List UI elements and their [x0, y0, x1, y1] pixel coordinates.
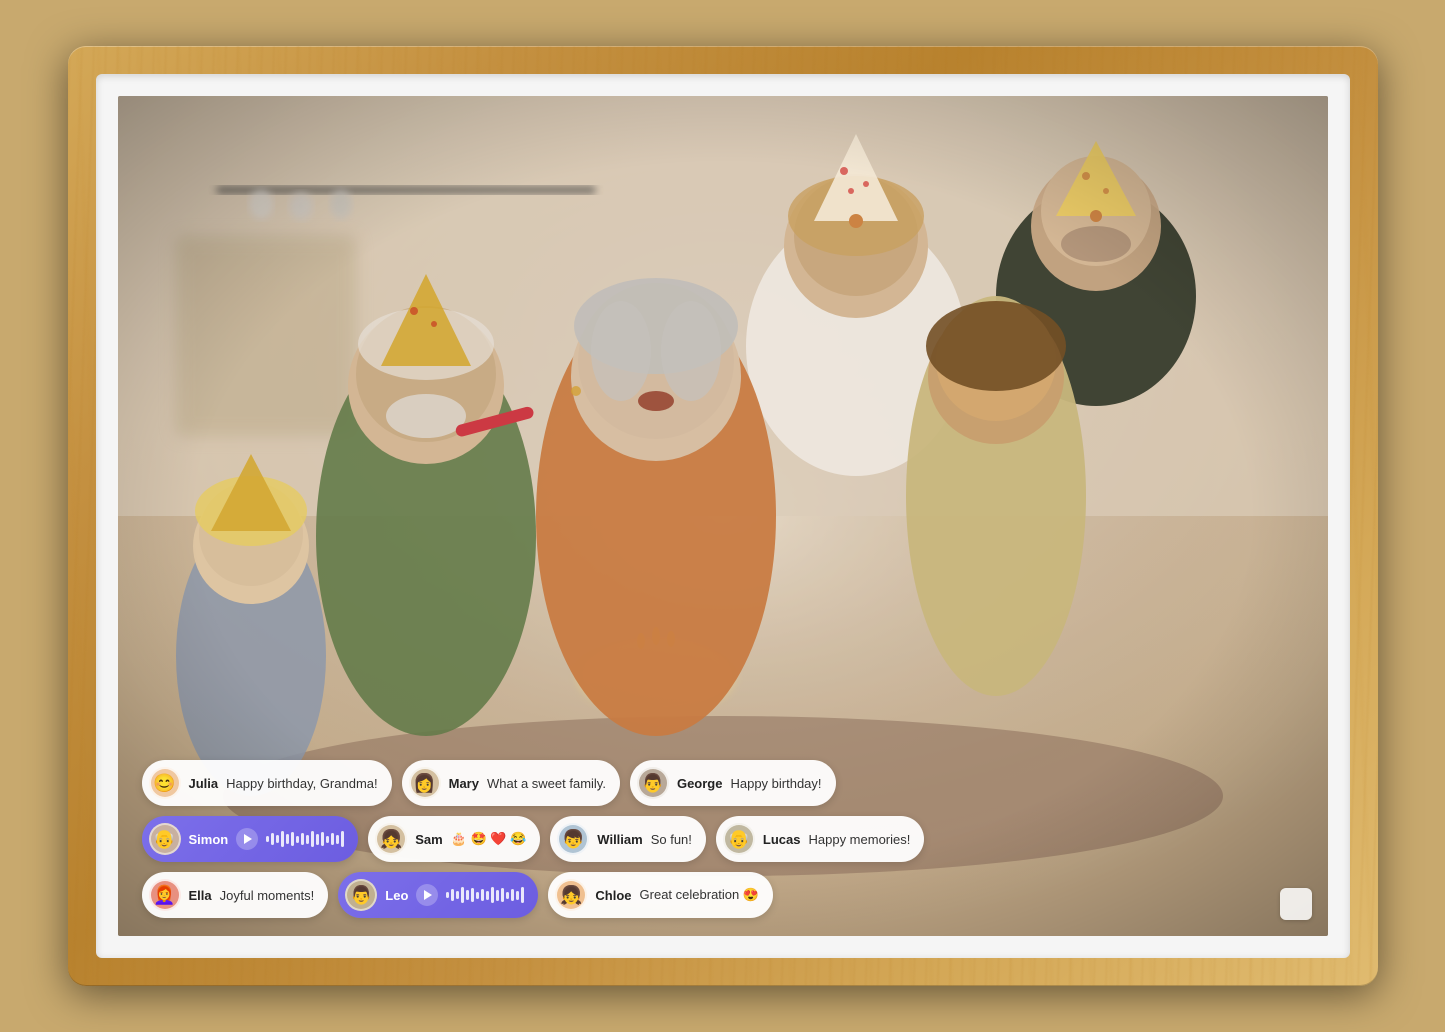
- avatar-sam: 👧: [375, 823, 407, 855]
- text-william: So fun!: [651, 832, 692, 847]
- waveform-leo: [446, 885, 524, 905]
- comment-chloe: 👧 Chloe Great celebration 😍: [548, 872, 773, 918]
- name-leo: Leo: [385, 888, 408, 903]
- avatar-william: 👦: [557, 823, 589, 855]
- photo-area: 😊 Julia Happy birthday, Grandma! 👩 Mary …: [118, 96, 1328, 936]
- comments-row-3: 👩‍🦰 Ella Joyful moments! 👨 Leo: [142, 872, 1304, 918]
- comment-leo[interactable]: 👨 Leo: [338, 872, 538, 918]
- avatar-leo: 👨: [345, 879, 377, 911]
- wave-bar: [501, 888, 504, 902]
- wave-bar: [481, 889, 484, 901]
- wave-bar: [286, 834, 289, 844]
- wave-bar: [336, 835, 339, 844]
- wave-bar: [446, 892, 449, 898]
- comments-row-2: 👴 Simon: [142, 816, 1304, 862]
- name-simon: Simon: [189, 832, 229, 847]
- comment-william: 👦 William So fun!: [550, 816, 706, 862]
- comment-mary: 👩 Mary What a sweet family.: [402, 760, 620, 806]
- comment-simon[interactable]: 👴 Simon: [142, 816, 359, 862]
- play-icon-leo: [424, 890, 432, 900]
- play-button-leo[interactable]: [416, 884, 438, 906]
- text-julia: Happy birthday, Grandma!: [226, 776, 378, 791]
- wave-bar: [491, 887, 494, 903]
- wave-bar: [521, 887, 524, 903]
- text-mary: What a sweet family.: [487, 776, 606, 791]
- wave-bar: [451, 889, 454, 901]
- wave-bar: [466, 890, 469, 900]
- wave-bar: [326, 836, 329, 843]
- text-sam: 🎂 🤩 ❤️ 😂: [451, 831, 527, 847]
- name-ella: Ella: [189, 888, 212, 903]
- comments-overlay: 😊 Julia Happy birthday, Grandma! 👩 Mary …: [118, 740, 1328, 936]
- wave-bar: [301, 833, 304, 845]
- wave-bar: [311, 831, 314, 847]
- wave-bar: [271, 833, 274, 845]
- wave-bar: [331, 833, 334, 845]
- wave-bar: [266, 836, 269, 842]
- photo-frame: 😊 Julia Happy birthday, Grandma! 👩 Mary …: [68, 46, 1378, 986]
- avatar-chloe: 👧: [555, 879, 587, 911]
- wave-bar: [506, 892, 509, 899]
- comment-julia: 😊 Julia Happy birthday, Grandma!: [142, 760, 392, 806]
- wave-bar: [476, 892, 479, 899]
- wave-bar: [486, 891, 489, 900]
- comment-sam: 👧 Sam 🎂 🤩 ❤️ 😂: [368, 816, 540, 862]
- name-julia: Julia: [189, 776, 219, 791]
- wave-bar: [281, 831, 284, 847]
- inner-mat: 😊 Julia Happy birthday, Grandma! 👩 Mary …: [96, 74, 1350, 958]
- name-william: William: [597, 832, 642, 847]
- wave-bar: [316, 834, 319, 845]
- text-george: Happy birthday!: [730, 776, 821, 791]
- text-ella: Joyful moments!: [220, 888, 315, 903]
- name-mary: Mary: [449, 776, 479, 791]
- wave-bar: [341, 831, 344, 847]
- text-lucas: Happy memories!: [808, 832, 910, 847]
- wave-bar: [461, 887, 464, 903]
- text-chloe: Great celebration 😍: [640, 887, 760, 903]
- waveform-simon: [266, 829, 344, 849]
- comment-ella: 👩‍🦰 Ella Joyful moments!: [142, 872, 329, 918]
- wave-bar: [306, 835, 309, 844]
- name-chloe: Chloe: [595, 888, 631, 903]
- wave-bar: [511, 889, 514, 901]
- wave-bar: [496, 890, 499, 901]
- name-lucas: Lucas: [763, 832, 801, 847]
- comment-george: 👨 George Happy birthday!: [630, 760, 836, 806]
- comment-lucas: 👴 Lucas Happy memories!: [716, 816, 924, 862]
- avatar-julia: 😊: [149, 767, 181, 799]
- wave-bar: [296, 836, 299, 843]
- play-icon-simon: [244, 834, 252, 844]
- avatar-lucas: 👴: [723, 823, 755, 855]
- avatar-simon: 👴: [149, 823, 181, 855]
- wave-bar: [516, 891, 519, 900]
- comments-row-1: 😊 Julia Happy birthday, Grandma! 👩 Mary …: [142, 760, 1304, 806]
- wave-bar: [321, 832, 324, 846]
- avatar-ella: 👩‍🦰: [149, 879, 181, 911]
- wave-bar: [291, 832, 294, 846]
- wave-bar: [471, 888, 474, 902]
- avatar-george: 👨: [637, 767, 669, 799]
- corner-button[interactable]: [1280, 888, 1312, 920]
- avatar-mary: 👩: [409, 767, 441, 799]
- play-button-simon[interactable]: [236, 828, 258, 850]
- name-sam: Sam: [415, 832, 442, 847]
- wave-bar: [276, 835, 279, 843]
- wave-bar: [456, 891, 459, 899]
- name-george: George: [677, 776, 723, 791]
